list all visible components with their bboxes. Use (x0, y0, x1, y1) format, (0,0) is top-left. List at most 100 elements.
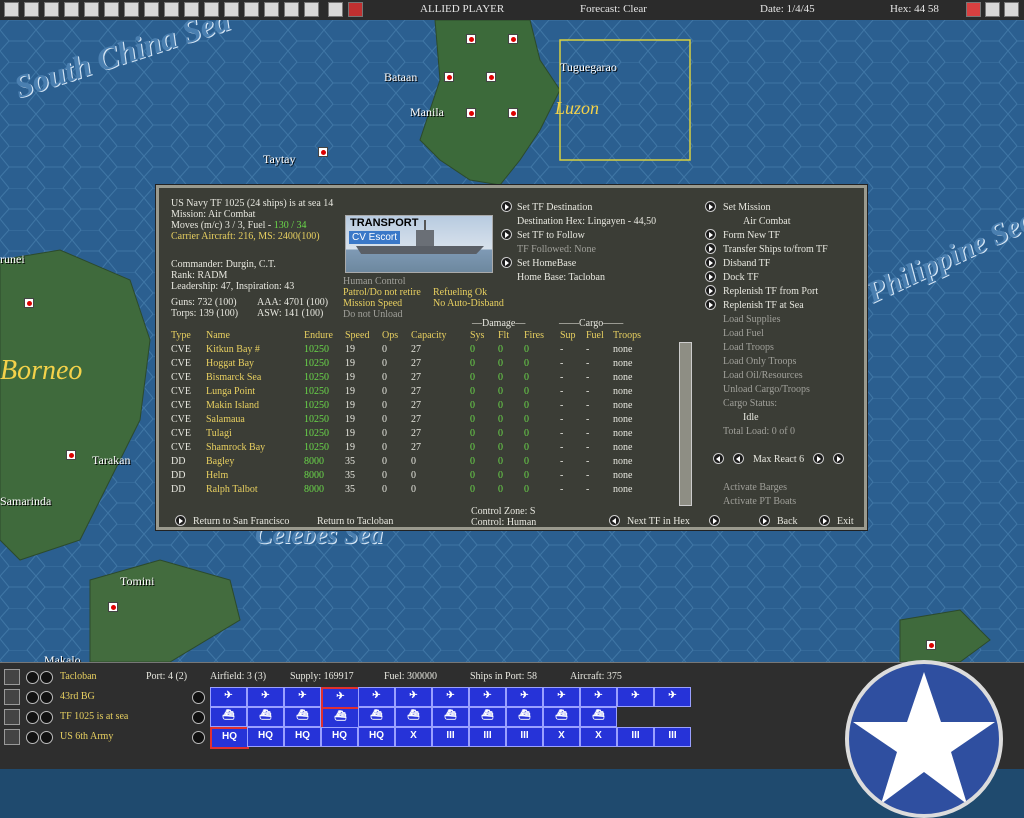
aircraft-slot-icon[interactable]: ✈ (543, 687, 580, 707)
next-army-button[interactable] (40, 731, 53, 744)
ship-slot-icon[interactable]: ⛴ (247, 707, 284, 727)
arrow-right-icon[interactable] (501, 229, 512, 240)
ship-slot-icon[interactable]: ⛴ (469, 707, 506, 727)
activate-barges-button[interactable]: Activate Barges (723, 482, 787, 493)
air-unit-name[interactable]: 43rd BG (60, 691, 95, 702)
tf-action-button[interactable]: Dock TF (723, 272, 759, 283)
ship-cell[interactable]: Shamrock Bay (206, 440, 304, 454)
back-button[interactable]: Back (777, 516, 798, 527)
activate-pt-boats-button[interactable]: Activate PT Boats (723, 496, 796, 507)
close-icon[interactable] (1004, 2, 1019, 17)
base-name[interactable]: Tacloban (60, 671, 97, 682)
refueling-toggle[interactable]: Refueling Ok (433, 287, 487, 298)
op-icon[interactable] (284, 2, 299, 17)
info-icon[interactable] (84, 2, 99, 17)
ship-slot-icon[interactable]: ⛴ (284, 707, 321, 727)
prev-army-button[interactable] (26, 731, 39, 744)
map-icon[interactable] (264, 2, 279, 17)
arrow-left-icon[interactable] (713, 453, 724, 464)
tf-unit-name[interactable]: TF 1025 is at sea (60, 711, 128, 722)
arrow-right-icon[interactable] (819, 515, 830, 526)
tf-commander[interactable]: Commander: Durgin, C.T. (171, 259, 276, 270)
arrow-right-icon[interactable] (705, 257, 716, 268)
column-header[interactable]: Type (171, 328, 206, 342)
aircraft-slot-icon[interactable]: ✈ (395, 687, 432, 707)
flag-icon[interactable] (164, 2, 179, 17)
ship-cell[interactable]: Lunga Point (206, 384, 304, 398)
column-header[interactable]: Ops (382, 328, 411, 342)
ship-row[interactable]: CVE Lunga Point 10250 19 0 27 0 0 0 - - none (171, 384, 653, 398)
set-home-base-button[interactable]: Set HomeBase (517, 258, 576, 269)
square-icon[interactable] (204, 2, 219, 17)
arrow-right-icon[interactable] (705, 271, 716, 282)
window-icon[interactable] (328, 2, 343, 17)
ship-row[interactable]: CVE Kitkun Bay #10250 19 0 27 0 0 0 - - none (171, 342, 653, 356)
prev-tf-button[interactable] (26, 711, 39, 724)
ship-table-scrollbar[interactable] (679, 342, 692, 506)
chart-icon[interactable] (184, 2, 199, 17)
column-header[interactable]: Troops (613, 328, 653, 342)
ground-unit-slot[interactable]: III (617, 727, 654, 747)
list-icon[interactable] (64, 2, 79, 17)
tf-action-button[interactable]: Transfer Ships to/from TF (723, 244, 828, 255)
ground-unit-slot[interactable]: X (543, 727, 580, 747)
arrow-right-icon[interactable] (813, 453, 824, 464)
aircraft-slot-icon[interactable]: ✈ (210, 687, 247, 707)
aircraft-slot-icon[interactable]: ✈ (617, 687, 654, 707)
ship-cell[interactable]: Hoggat Bay (206, 356, 304, 370)
ship-row[interactable]: CVE Tulagi 10250 19 0 27 0 0 0 - - none (171, 426, 653, 440)
arrow-left-icon[interactable] (733, 453, 744, 464)
base-marker[interactable] (24, 298, 34, 308)
ship-cell[interactable]: Bismarck Sea (206, 370, 304, 384)
base-marker[interactable] (486, 72, 496, 82)
arrow-right-icon[interactable] (705, 299, 716, 310)
tf-action-button[interactable]: Form New TF (723, 230, 780, 241)
next-tf-button[interactable] (40, 711, 53, 724)
next-air-unit-button[interactable] (40, 691, 53, 704)
aircraft-slot-icon[interactable]: ✈ (580, 687, 617, 707)
ship-row[interactable]: CVE Shamrock Bay 10250 19 0 27 0 0 0 - - none (171, 440, 653, 454)
cargo-action-button[interactable]: Load Only Troops (723, 356, 796, 367)
aircraft-slot-icon[interactable]: ✈ (469, 687, 506, 707)
column-header[interactable]: Fires (524, 328, 560, 342)
aircraft-slot-icon[interactable]: ✈ (284, 687, 321, 707)
ship-slot-icon[interactable]: ⛴ (432, 707, 469, 727)
grid-icon[interactable] (304, 2, 319, 17)
star-icon[interactable] (104, 2, 119, 17)
base-marker[interactable] (926, 640, 936, 650)
arrow-right-icon[interactable] (175, 515, 186, 526)
arrow-right-icon[interactable] (759, 515, 770, 526)
ground-unit-slot[interactable]: HQ (321, 727, 358, 747)
base-marker[interactable] (444, 72, 454, 82)
arrow-right-icon[interactable] (705, 201, 716, 212)
base-marker[interactable] (108, 602, 118, 612)
army-unit-arrow[interactable] (192, 731, 205, 744)
ship-cell[interactable]: Tulagi (206, 426, 304, 440)
column-header[interactable]: Sup (560, 328, 586, 342)
ship-slot-icon[interactable]: ⛴ (395, 707, 432, 727)
auto-disband-toggle[interactable]: No Auto-Disband (433, 298, 504, 309)
ship-slot-icon[interactable]: ⛴ (210, 707, 247, 727)
aircraft-slot-icon[interactable]: ✈ (654, 687, 691, 707)
aircraft-slot-icon[interactable]: ✈ (506, 687, 543, 707)
ship-cell[interactable]: Ralph Talbot (206, 482, 304, 496)
ship-slot-icon[interactable]: ⛴ (543, 707, 580, 727)
return-tacloban-button[interactable]: Return to Tacloban (317, 516, 393, 527)
ship-cell[interactable]: Kitkun Bay # (206, 342, 304, 356)
aircraft-slot-icon[interactable]: ✈ (321, 687, 360, 709)
base-marker[interactable] (318, 147, 328, 157)
arrow-right-icon[interactable] (705, 285, 716, 296)
tf-action-button[interactable]: Replenish TF at Sea (723, 300, 804, 311)
tf-action-button[interactable]: Set Mission (723, 202, 771, 213)
arrow-right-icon[interactable] (709, 515, 720, 526)
ship-cell[interactable]: Helm (206, 468, 304, 482)
ship-row[interactable]: DD Ralph Talbot 8000 35 0 0 0 0 0 - - none (171, 482, 653, 496)
column-header[interactable]: Flt (498, 328, 524, 342)
cargo-action-button[interactable]: Load Troops (723, 342, 774, 353)
ship-slot-icon[interactable]: ⛴ (358, 707, 395, 727)
briefcase-icon[interactable] (4, 2, 19, 17)
base-marker[interactable] (66, 450, 76, 460)
next-tf-in-hex-button[interactable]: Next TF in Hex (627, 516, 690, 527)
column-header[interactable]: Sys (470, 328, 498, 342)
ship-cell[interactable]: Salamaua (206, 412, 304, 426)
